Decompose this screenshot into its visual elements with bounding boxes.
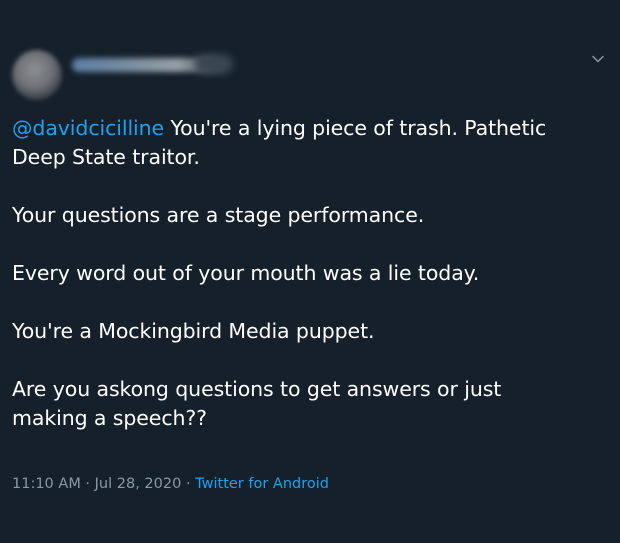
tweet-paragraph-5-line-1: Are you askong questions to get answers … — [12, 377, 502, 401]
tweet-menu-button[interactable] — [590, 51, 606, 67]
tweet-metadata: 11:10 AM · Jul 28, 2020 · Twitter for An… — [12, 476, 329, 492]
tweet-paragraph-1: @davidcicilline You're a lying piece of … — [12, 114, 612, 143]
tweet-paragraph-2: Your questions are a stage performance. — [12, 203, 425, 227]
tweet-line-1-text: You're a lying piece of trash. Pathetic — [164, 116, 547, 140]
tweet-time[interactable]: 11:10 AM — [12, 476, 81, 492]
meta-separator: · — [181, 476, 196, 492]
tweet-line-2: Deep State traitor. — [12, 145, 200, 169]
tweet-text: @davidcicilline You're a lying piece of … — [12, 114, 612, 433]
tweet-source-link[interactable]: Twitter for Android — [195, 476, 329, 492]
tweet-date[interactable]: Jul 28, 2020 — [95, 476, 182, 492]
tweet-paragraph-4: You're a Mockingbird Media puppet. — [12, 319, 375, 343]
chevron-down-icon — [592, 55, 604, 63]
avatar[interactable] — [12, 50, 62, 100]
mention-link[interactable]: @davidcicilline — [12, 116, 164, 140]
meta-separator: · — [80, 476, 95, 492]
author-handle-blurred — [195, 54, 233, 74]
tweet-paragraph-3: Every word out of your mouth was a lie t… — [12, 261, 480, 285]
tweet-paragraph-5-line-2: making a speech?? — [12, 406, 207, 430]
tweet-card: @davidcicilline You're a lying piece of … — [0, 0, 620, 543]
